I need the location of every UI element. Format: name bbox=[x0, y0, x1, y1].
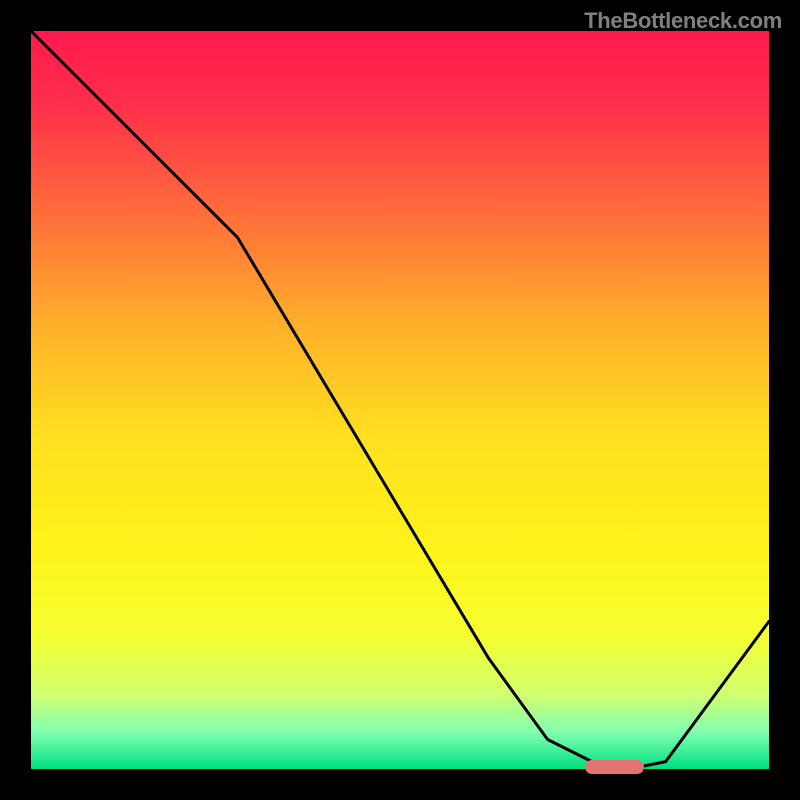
bottleneck-curve bbox=[31, 31, 769, 769]
plot-area bbox=[31, 31, 769, 769]
curve-layer bbox=[31, 31, 769, 769]
optimal-marker bbox=[585, 760, 644, 774]
watermark-text: TheBottleneck.com bbox=[584, 8, 782, 34]
